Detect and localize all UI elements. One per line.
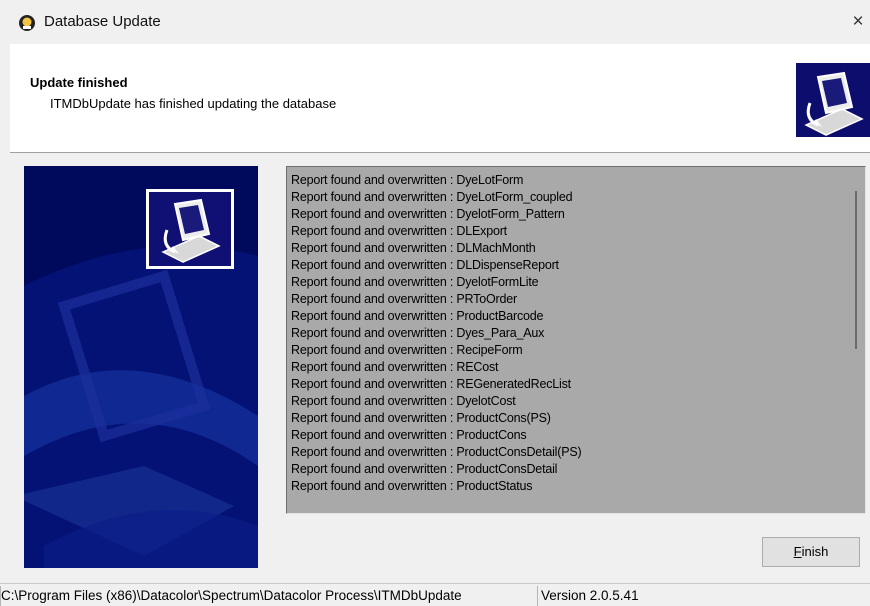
list-item[interactable]: Report found and overwritten : RecipeFor… — [291, 342, 581, 359]
list-item[interactable]: Report found and overwritten : ProductCo… — [291, 410, 581, 427]
vertical-scrollbar[interactable] — [843, 167, 864, 513]
status-version: Version 2.0.5.41 — [541, 588, 639, 603]
list-item[interactable]: Report found and overwritten : DyeLotFor… — [291, 189, 581, 206]
list-item[interactable]: Report found and overwritten : DyelotFor… — [291, 206, 581, 223]
wizard-header: Update finished ITMDbUpdate has finished… — [10, 44, 870, 153]
close-button[interactable]: × — [846, 10, 870, 34]
database-update-app-icon — [19, 15, 35, 31]
list-item[interactable]: Report found and overwritten : ProductSt… — [291, 478, 581, 495]
title-bar: Database Update × — [0, 0, 870, 44]
list-item[interactable]: Report found and overwritten : DyelotCos… — [291, 393, 581, 410]
scrollbar-thumb[interactable] — [855, 191, 857, 349]
report-list[interactable]: Report found and overwritten : DyeLotFor… — [286, 166, 866, 514]
window-title: Database Update — [44, 13, 161, 30]
computer-update-icon — [796, 63, 870, 137]
wizard-side-banner — [24, 166, 258, 568]
header-title: Update finished — [30, 75, 128, 90]
list-item[interactable]: Report found and overwritten : DLDispens… — [291, 257, 581, 274]
finish-accelerator: F — [793, 544, 802, 559]
list-item[interactable]: Report found and overwritten : ProductCo… — [291, 444, 582, 461]
finish-label: inish — [801, 544, 829, 559]
list-item[interactable]: Report found and overwritten : ProductCo… — [291, 461, 581, 478]
status-bar: C:\Program Files (x86)\Datacolor\Spectru… — [0, 583, 870, 606]
list-item[interactable]: Report found and overwritten : ProductCo… — [291, 427, 581, 444]
header-subtitle: ITMDbUpdate has finished updating the da… — [50, 96, 337, 111]
list-item[interactable]: Report found and overwritten : REGenerat… — [291, 376, 581, 393]
list-item[interactable]: Report found and overwritten : Dyes_Para… — [291, 325, 581, 342]
list-item[interactable]: Report found and overwritten : DyelotFor… — [291, 274, 581, 291]
report-list-items: Report found and overwritten : DyeLotFor… — [291, 172, 582, 495]
finish-button[interactable]: Finish — [762, 537, 860, 567]
list-item[interactable]: Report found and overwritten : DLExport — [291, 223, 581, 240]
list-item[interactable]: Report found and overwritten : ProductBa… — [291, 308, 581, 325]
list-item[interactable]: Report found and overwritten : DLMachMon… — [291, 240, 581, 257]
list-item[interactable]: Report found and overwritten : PRToOrder — [291, 291, 581, 308]
status-path: C:\Program Files (x86)\Datacolor\Spectru… — [0, 586, 538, 606]
computer-update-icon — [146, 189, 234, 269]
list-item[interactable]: Report found and overwritten : DyeLotFor… — [291, 172, 581, 189]
list-item[interactable]: Report found and overwritten : RECost — [291, 359, 581, 376]
